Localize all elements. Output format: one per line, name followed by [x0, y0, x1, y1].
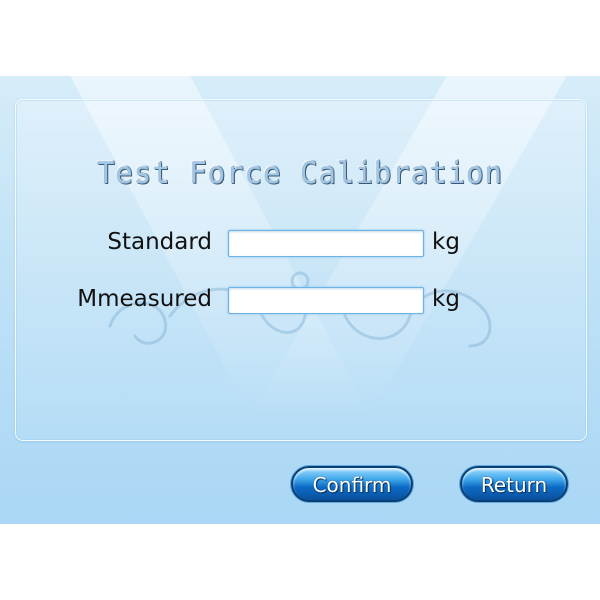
standard-label: Standard [107, 229, 212, 255]
page-title: Test Force Calibration [96, 156, 504, 190]
measured-unit-label: kg [432, 286, 460, 312]
standard-input[interactable] [228, 230, 424, 257]
standard-unit-label: kg [432, 229, 460, 255]
confirm-button[interactable]: Confirm [291, 466, 413, 502]
measured-label: Mmeasured [77, 286, 212, 312]
return-button[interactable]: Return [460, 466, 568, 502]
measured-input[interactable] [228, 287, 424, 314]
calibration-screen: Test Force Calibration Standard kg Mmeas… [0, 76, 600, 524]
